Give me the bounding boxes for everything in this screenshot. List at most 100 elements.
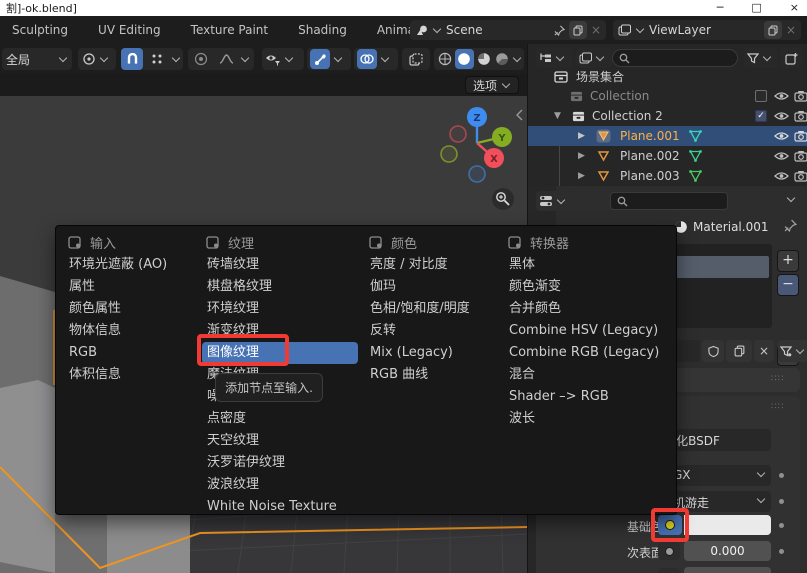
expand-arrow-icon[interactable]: ▼	[554, 111, 561, 121]
properties-search-input[interactable]	[610, 192, 728, 210]
menu-item-checker-texture[interactable]: 棋盘格纹理	[202, 276, 358, 298]
subsurface-value-field[interactable]: 0.000	[684, 541, 771, 561]
tab-shading[interactable]: Shading	[298, 23, 347, 37]
decorator-dot[interactable]	[779, 549, 784, 554]
menu-item-invert[interactable]: 反转	[365, 320, 501, 342]
outliner-display-mode-dropdown[interactable]	[536, 48, 572, 68]
clipped-value-field[interactable]	[684, 567, 771, 573]
camera-icon[interactable]	[794, 170, 807, 182]
falloff-curve-icon[interactable]	[215, 48, 237, 70]
viewlayer-selector[interactable]: ViewLayer ×	[613, 20, 801, 40]
menu-item-brightness-contrast[interactable]: 亮度 / 对比度	[365, 254, 501, 276]
viewport-zoom-button[interactable]	[492, 188, 514, 210]
camera-icon[interactable]	[794, 90, 807, 102]
menu-item-white-noise-texture[interactable]: White Noise Texture	[202, 496, 358, 518]
tab-texture-paint[interactable]: Texture Paint	[191, 23, 268, 37]
menu-item-mix-legacy[interactable]: Mix (Legacy)	[365, 342, 501, 364]
overlays-icon[interactable]	[357, 49, 377, 69]
menu-item-rgb[interactable]: RGB	[64, 342, 198, 364]
camera-icon[interactable]	[794, 150, 807, 162]
expand-arrow-icon[interactable]: ▶	[578, 171, 585, 181]
menu-item-color-ramp[interactable]: 颜色渐变	[504, 276, 674, 298]
menu-item-combine-color[interactable]: 合并颜色	[504, 298, 674, 320]
solid-shading-icon[interactable]	[455, 49, 474, 69]
axis-minus-x-ball[interactable]	[450, 126, 466, 142]
menu-item-blackbody[interactable]: 黑体	[504, 254, 674, 276]
decorator-dot[interactable]	[779, 499, 784, 504]
tab-sculpting[interactable]: Sculpting	[12, 23, 68, 37]
wireframe-shading-icon[interactable]	[436, 48, 454, 70]
eye-icon[interactable]	[774, 151, 789, 161]
decorator-dot[interactable]	[779, 523, 784, 528]
menu-item-brick-texture[interactable]: 砖墙纹理	[202, 254, 358, 276]
axis-minus-y-ball[interactable]	[441, 146, 457, 162]
menu-item-rgb-curves[interactable]: RGB 曲线	[365, 364, 501, 386]
unlink-icon[interactable]: ×	[786, 23, 796, 37]
xray-toggle[interactable]	[402, 48, 430, 70]
node-filter-dropdown[interactable]	[778, 340, 807, 362]
copy-material-icon[interactable]	[726, 340, 752, 362]
outliner-row-plane-003[interactable]: ▶ Plane.003	[528, 166, 807, 186]
axis-minus-z-ball[interactable]	[469, 166, 485, 182]
menu-item-attribute[interactable]: 属性	[64, 276, 198, 298]
snap-magnet-icon[interactable]	[121, 48, 143, 70]
panel-grip-icon[interactable]: ∷∷	[771, 402, 784, 412]
outliner-filter-id-dropdown[interactable]	[576, 48, 612, 68]
pin-icon[interactable]	[784, 219, 797, 232]
maximize-button[interactable]: □	[751, 0, 761, 16]
menu-item-color-attribute[interactable]: 颜色属性	[64, 298, 198, 320]
add-slot-button[interactable]: +	[777, 250, 799, 272]
outliner-search-input[interactable]	[612, 49, 738, 67]
show-gizmo-filter-group[interactable]	[262, 48, 304, 70]
menu-item-shader-to-rgb[interactable]: Shader –> RGB	[504, 386, 674, 408]
menu-item-object-info[interactable]: 物体信息	[64, 320, 198, 342]
expand-arrow-icon[interactable]: ▶	[578, 151, 585, 161]
unlink-icon[interactable]: ×	[591, 23, 601, 37]
outliner-row-collection[interactable]: Collection	[528, 86, 807, 106]
pivot-point-dropdown[interactable]	[78, 48, 116, 70]
menu-item-mix[interactable]: 混合	[504, 364, 674, 386]
panel-grip-icon[interactable]: ∷∷	[771, 374, 784, 384]
menu-item-volume-info[interactable]: 体积信息	[64, 364, 198, 386]
outliner-row-collection-2[interactable]: ▼ Collection 2 ✓	[528, 106, 807, 126]
scene-selector[interactable]: Scene ×	[410, 20, 606, 40]
decorator-dot[interactable]	[779, 473, 784, 478]
menu-item-hue-saturation[interactable]: 色相/饱和度/明度	[365, 298, 501, 320]
eye-icon[interactable]	[774, 91, 789, 101]
collection-exclude-checkbox[interactable]: ✓	[755, 110, 767, 122]
menu-item-gamma[interactable]: 伽玛	[365, 276, 501, 298]
menu-item-voronoi-texture[interactable]: 沃罗诺伊纹理	[202, 452, 358, 474]
eye-icon[interactable]	[774, 131, 789, 141]
options-dropdown[interactable]: 选项	[465, 76, 519, 94]
menu-item-environment-texture[interactable]: 环境纹理	[202, 298, 358, 320]
outliner-row-plane-002[interactable]: ▶ Plane.002	[528, 146, 807, 166]
eye-icon[interactable]	[774, 171, 789, 181]
unlink-material-icon[interactable]: ×	[754, 340, 774, 362]
expand-arrow-icon[interactable]: ▶	[578, 131, 585, 141]
copy-icon[interactable]	[569, 21, 587, 39]
clipped-socket[interactable]	[658, 568, 680, 573]
gizmo-arrow-icon[interactable]	[310, 49, 330, 69]
rendered-shading-icon[interactable]	[493, 48, 511, 70]
proportional-edit-icon[interactable]	[190, 48, 212, 70]
outliner-filter-dropdown[interactable]	[744, 48, 778, 68]
remove-slot-button[interactable]: −	[777, 274, 799, 296]
menu-item-point-density[interactable]: 点密度	[202, 408, 358, 430]
camera-icon[interactable]	[794, 110, 807, 122]
menu-item-ambient-occlusion[interactable]: 环境光遮蔽 (AO)	[64, 254, 198, 276]
menu-item-combine-rgb-legacy[interactable]: Combine RGB (Legacy)	[504, 342, 674, 364]
fake-user-shield-icon[interactable]	[702, 340, 724, 362]
close-button[interactable]: ×	[790, 0, 799, 16]
minimize-button[interactable]: ─	[717, 0, 724, 16]
menu-item-wave-texture[interactable]: 波浪纹理	[202, 474, 358, 496]
menu-item-combine-hsv-legacy[interactable]: Combine HSV (Legacy)	[504, 320, 674, 342]
outliner-row-scene-collection[interactable]: 场景集合	[528, 66, 807, 86]
pin-icon[interactable]	[554, 25, 565, 36]
tab-uv-editing[interactable]: UV Editing	[98, 23, 161, 37]
new-collection-button[interactable]	[780, 48, 802, 68]
eye-icon[interactable]	[774, 111, 789, 121]
camera-icon[interactable]	[794, 130, 807, 142]
menu-item-sky-texture[interactable]: 天空纹理	[202, 430, 358, 452]
menu-item-wavelength[interactable]: 波长	[504, 408, 674, 430]
material-preview-shading-icon[interactable]	[475, 48, 493, 70]
